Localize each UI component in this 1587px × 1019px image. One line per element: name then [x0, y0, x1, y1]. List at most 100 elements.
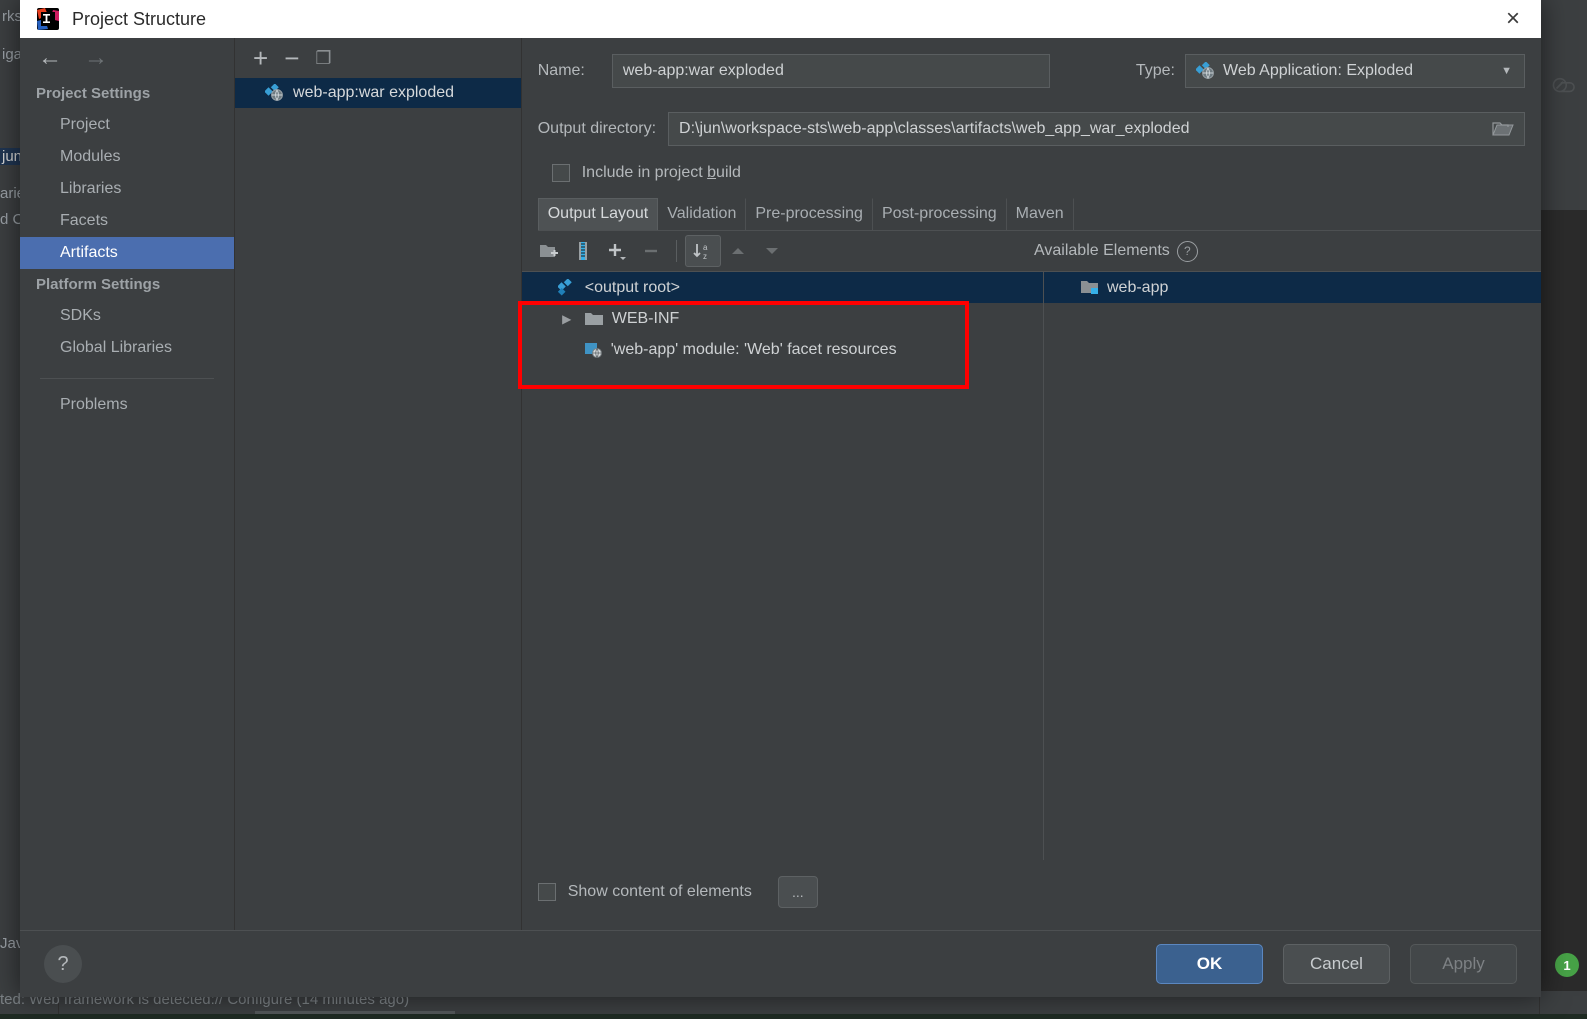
- available-elements-label: Available Elements: [1034, 242, 1170, 259]
- sidebar-item-sdks[interactable]: SDKs: [20, 300, 234, 332]
- artifacts-toolbar: + − ❐: [235, 38, 521, 78]
- svg-text:a: a: [703, 243, 708, 252]
- output-directory-value: D:\jun\workspace-sts\web-app\classes\art…: [679, 120, 1190, 137]
- tree-expander-placeholder: ▶: [558, 343, 576, 357]
- chevron-down-icon: ▼: [1501, 65, 1512, 77]
- artifact-tabs: Output Layout Validation Pre-processing …: [537, 198, 1541, 231]
- move-up-icon: [721, 236, 755, 266]
- artifact-list-item-label: web-app:war exploded: [293, 84, 455, 101]
- copy-artifact-icon[interactable]: ❐: [315, 48, 331, 69]
- remove-element-icon: [634, 236, 668, 266]
- cancel-button[interactable]: Cancel: [1283, 944, 1390, 984]
- sidebar-item-project[interactable]: Project: [20, 109, 234, 141]
- available-elements-header: Available Elements ?: [1034, 240, 1541, 262]
- output-layout-tree: \u25b6 <output root> ▶: [517, 272, 1044, 860]
- module-folder-icon: [1080, 279, 1099, 296]
- dialog-action-buttons: OK Cancel Apply: [1156, 944, 1517, 984]
- type-dropdown[interactable]: Web Application: Exploded ▼: [1185, 54, 1525, 88]
- ide-right-strip: [1539, 40, 1587, 1019]
- include-label-mnemonic: b: [707, 164, 717, 181]
- ghost-icon-2: ⊃: [1558, 74, 1577, 99]
- sidebar-item-global-libraries[interactable]: Global Libraries: [20, 332, 234, 364]
- web-application-icon: [1195, 61, 1215, 80]
- name-type-row: Name: web-app:war exploded Type: Web App…: [522, 54, 1541, 88]
- sidebar-item-facets[interactable]: Facets: [20, 205, 234, 237]
- include-label-pre: Include in project: [581, 164, 708, 181]
- ok-button[interactable]: OK: [1156, 944, 1263, 984]
- sidebar-item-libraries[interactable]: Libraries: [20, 173, 234, 205]
- dialog-title: Project Structure: [72, 8, 207, 29]
- bg-text-0: rks: [2, 8, 22, 25]
- output-layout-toolbar: a z Available Elements ?: [522, 231, 1541, 271]
- remove-artifact-icon[interactable]: −: [284, 45, 299, 71]
- create-archive-icon[interactable]: [566, 236, 600, 266]
- sort-alphabetically-icon[interactable]: a z: [684, 235, 721, 267]
- output-directory-input[interactable]: D:\jun\workspace-sts\web-app\classes\art…: [668, 112, 1525, 146]
- tab-output-layout[interactable]: Output Layout: [537, 198, 659, 230]
- tree-row-label: WEB-INF: [611, 309, 680, 327]
- tab-post-processing[interactable]: Post-processing: [873, 198, 1007, 230]
- tab-validation[interactable]: Validation: [658, 198, 747, 230]
- forward-arrow-icon[interactable]: →: [84, 46, 108, 70]
- move-down-icon: [755, 236, 789, 266]
- ide-bottom-strip: [0, 1014, 1587, 1019]
- dialog-titlebar: Project Structure ×: [20, 0, 1541, 38]
- toolbar-separator: [675, 240, 677, 262]
- tree-row-web-inf[interactable]: ▶ WEB-INF: [522, 303, 1043, 334]
- add-element-icon[interactable]: [600, 236, 634, 266]
- dialog-body: ← → Project Settings Project Modules Lib…: [20, 38, 1541, 930]
- include-in-build-label[interactable]: Include in project build: [582, 164, 741, 182]
- show-content-checkbox[interactable]: [537, 883, 556, 901]
- nav-group-project-settings: Project Settings: [36, 85, 151, 102]
- chevron-right-icon[interactable]: ▶: [558, 312, 576, 326]
- apply-button: Apply: [1410, 944, 1517, 984]
- name-input[interactable]: web-app:war exploded: [611, 54, 1050, 88]
- name-label: Name:: [537, 62, 585, 79]
- module-web-icon: [584, 341, 603, 359]
- notification-badge[interactable]: 1: [1555, 953, 1579, 977]
- more-options-button[interactable]: ...: [777, 876, 818, 908]
- settings-navigation-pane: ← → Project Settings Project Modules Lib…: [20, 38, 236, 930]
- create-directory-icon[interactable]: [532, 236, 566, 266]
- nav-history-controls: ← →: [20, 38, 234, 78]
- sidebar-item-problems[interactable]: Problems: [20, 389, 234, 421]
- close-icon[interactable]: ×: [1485, 0, 1541, 38]
- available-element-label: web-app: [1107, 278, 1169, 296]
- type-field-group: Type: Web Application: Exploded ▼: [1136, 54, 1525, 88]
- back-arrow-icon[interactable]: ←: [38, 46, 62, 70]
- intellij-idea-logo-icon: [36, 7, 60, 31]
- tree-expander-placeholder: \u25b6: [532, 281, 550, 295]
- tab-maven[interactable]: Maven: [1007, 198, 1074, 230]
- show-content-label[interactable]: Show content of elements: [568, 883, 752, 901]
- tab-pre-processing[interactable]: Pre-processing: [746, 198, 873, 230]
- tree-row-label: <output root>: [584, 278, 680, 296]
- sidebar-item-artifacts[interactable]: Artifacts: [20, 237, 235, 269]
- available-elements-help-icon[interactable]: ?: [1176, 240, 1198, 262]
- sidebar-divider: [40, 378, 215, 379]
- available-element-row[interactable]: web-app: [1044, 272, 1541, 303]
- artifact-icon: [556, 277, 577, 297]
- artifacts-list-pane: + − ❐ web-app:war exploded: [235, 38, 522, 930]
- output-directory-label: Output directory:: [537, 120, 657, 137]
- help-button[interactable]: ?: [44, 945, 82, 983]
- include-in-build-row: Include in project build: [522, 164, 1541, 182]
- output-directory-row: Output directory: D:\jun\workspace-sts\w…: [522, 112, 1541, 146]
- include-label-post: uild: [716, 164, 741, 181]
- tree-row-label: 'web-app' module: 'Web' facet resources: [610, 340, 897, 358]
- artifact-detail-pane: Name: web-app:war exploded Type: Web App…: [517, 38, 1541, 930]
- available-elements-tree: web-app: [1044, 272, 1541, 860]
- add-artifact-icon[interactable]: +: [253, 45, 268, 71]
- tree-row-output-root[interactable]: \u25b6 <output root>: [521, 272, 1043, 303]
- artifact-icon: [264, 83, 284, 102]
- folder-icon: [584, 311, 604, 327]
- tabs-filler: [1074, 198, 1525, 230]
- sidebar-item-modules[interactable]: Modules: [20, 141, 234, 173]
- dialog-footer: ? OK Cancel Apply: [20, 930, 1541, 997]
- artifact-list-item[interactable]: web-app:war exploded: [235, 78, 521, 108]
- include-in-build-checkbox[interactable]: [551, 164, 570, 182]
- browse-folder-icon[interactable]: [1492, 120, 1514, 138]
- type-dropdown-value: Web Application: Exploded: [1223, 62, 1414, 79]
- tree-row-web-facet-resources[interactable]: ▶ 'web-app' module: 'Web' facet resource…: [522, 334, 1043, 365]
- svg-text:z: z: [703, 252, 707, 261]
- show-content-row: Show content of elements ...: [522, 876, 1541, 908]
